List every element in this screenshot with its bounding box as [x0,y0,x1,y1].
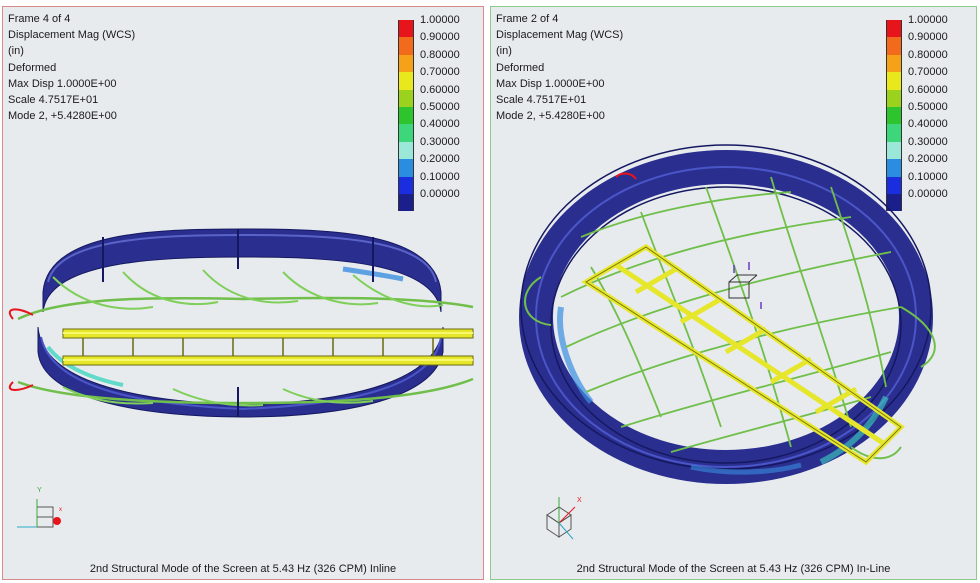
right-triad-label: X [577,497,582,504]
left-deformed-model[interactable] [3,7,485,581]
right-caption: 2nd Structural Mode of the Screen at 5.4… [576,563,891,575]
svg-text:x: x [59,507,62,513]
left-caption: 2nd Structural Mode of the Screen at 5.4… [89,563,397,575]
left-triad-label: Y [37,487,42,494]
left-viewport[interactable]: Frame 4 of 4 Displacement Mag (WCS) (in)… [2,6,484,580]
right-axis-triad [546,497,576,540]
right-viewport[interactable]: Frame 2 of 4 Displacement Mag (WCS) (in)… [490,6,977,580]
left-axis-triad: x [17,499,62,528]
